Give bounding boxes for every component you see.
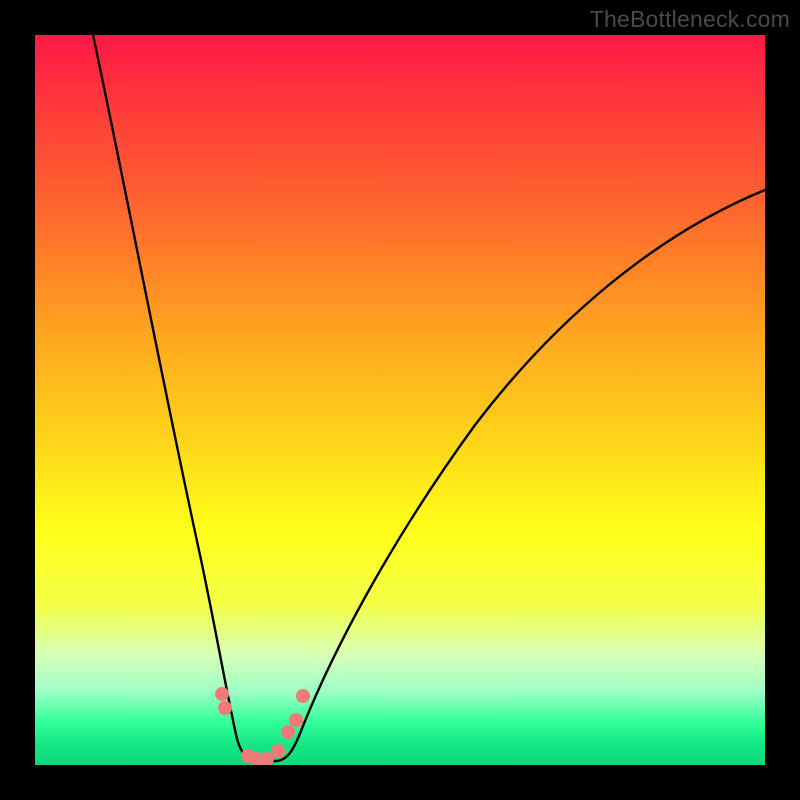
chart-frame: TheBottleneck.com — [0, 0, 800, 800]
watermark-text: TheBottleneck.com — [590, 6, 790, 33]
chart-plot-area — [35, 35, 765, 765]
bottleneck-curve-path — [93, 35, 765, 761]
bottleneck-curve-svg — [35, 35, 765, 765]
